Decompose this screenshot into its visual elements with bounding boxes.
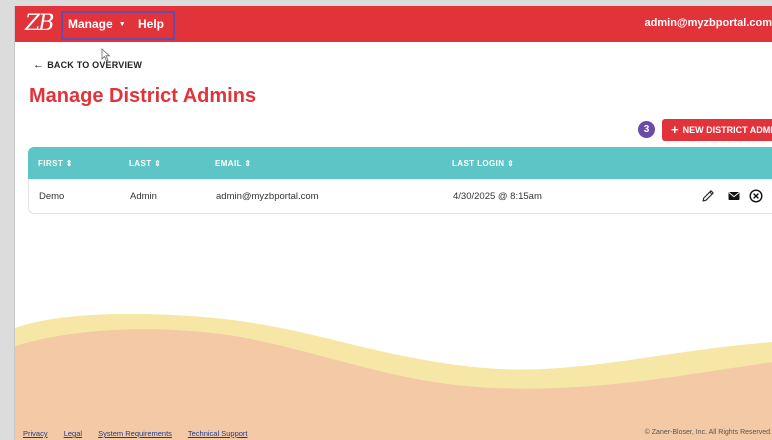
footer-link-privacy[interactable]: Privacy — [23, 429, 48, 438]
page-title: Manage District Admins — [29, 85, 257, 107]
new-district-admin-button[interactable]: + NEW DISTRICT ADMIN — [662, 119, 772, 141]
app-window: ZB Manage ▼ Help admin@myzbportal.com ← BA… — [14, 6, 772, 440]
nav-manage-label: Manage — [68, 17, 113, 31]
arrow-left-icon: ← — [33, 59, 45, 71]
footer-link-technical-support[interactable]: Technical Support — [188, 429, 248, 438]
nav-help-menu[interactable]: Help — [138, 17, 164, 31]
column-header-last-login[interactable]: LAST LOGIN ⇕ — [452, 159, 514, 168]
user-account-menu[interactable]: admin@myzbportal.com — [645, 17, 772, 29]
chevron-down-icon: ▼ — [118, 21, 126, 28]
footer-link-system-requirements[interactable]: System Requirements — [98, 429, 172, 438]
envelope-icon[interactable] — [726, 188, 742, 204]
plus-icon: + — [671, 122, 679, 137]
nav-manage-menu[interactable]: Manage ▼ — [68, 17, 126, 31]
column-header-last[interactable]: LAST ⇕ — [129, 159, 161, 168]
step-number-badge: 3 — [638, 121, 655, 138]
zb-logo[interactable]: ZB — [25, 10, 55, 38]
column-header-first[interactable]: FIRST ⇕ — [38, 159, 73, 168]
cell-email: admin@myzbportal.com — [216, 191, 319, 202]
copyright-notice: © Zaner-Bloser, Inc. All Rights Reserved… — [644, 429, 772, 436]
pencil-icon[interactable] — [700, 188, 716, 204]
column-header-email[interactable]: EMAIL ⇕ — [215, 159, 251, 168]
table-row: Demo Admin admin@myzbportal.com 4/30/202… — [28, 179, 772, 214]
cell-last-name: Admin — [130, 191, 157, 202]
district-admins-table: FIRST ⇕ LAST ⇕ EMAIL ⇕ LAST LOGIN ⇕ Demo… — [28, 147, 772, 214]
remove-circle-icon[interactable] — [748, 188, 764, 204]
new-button-label: NEW DISTRICT ADMIN — [682, 125, 772, 135]
footer-link-legal[interactable]: Legal — [64, 429, 82, 438]
table-header-row: FIRST ⇕ LAST ⇕ EMAIL ⇕ LAST LOGIN ⇕ — [28, 147, 772, 179]
top-navigation-bar: ZB Manage ▼ Help admin@myzbportal.com — [15, 6, 772, 42]
decorative-wave-background — [15, 313, 772, 440]
cell-last-login: 4/30/2025 @ 8:15am — [453, 191, 542, 202]
cell-first-name: Demo — [39, 191, 65, 202]
footer-links: Privacy Legal System Requirements Techni… — [23, 429, 262, 438]
back-link-label: BACK TO OVERVIEW — [47, 60, 143, 70]
back-to-overview-link[interactable]: ← BACK TO OVERVIEW — [33, 59, 142, 71]
